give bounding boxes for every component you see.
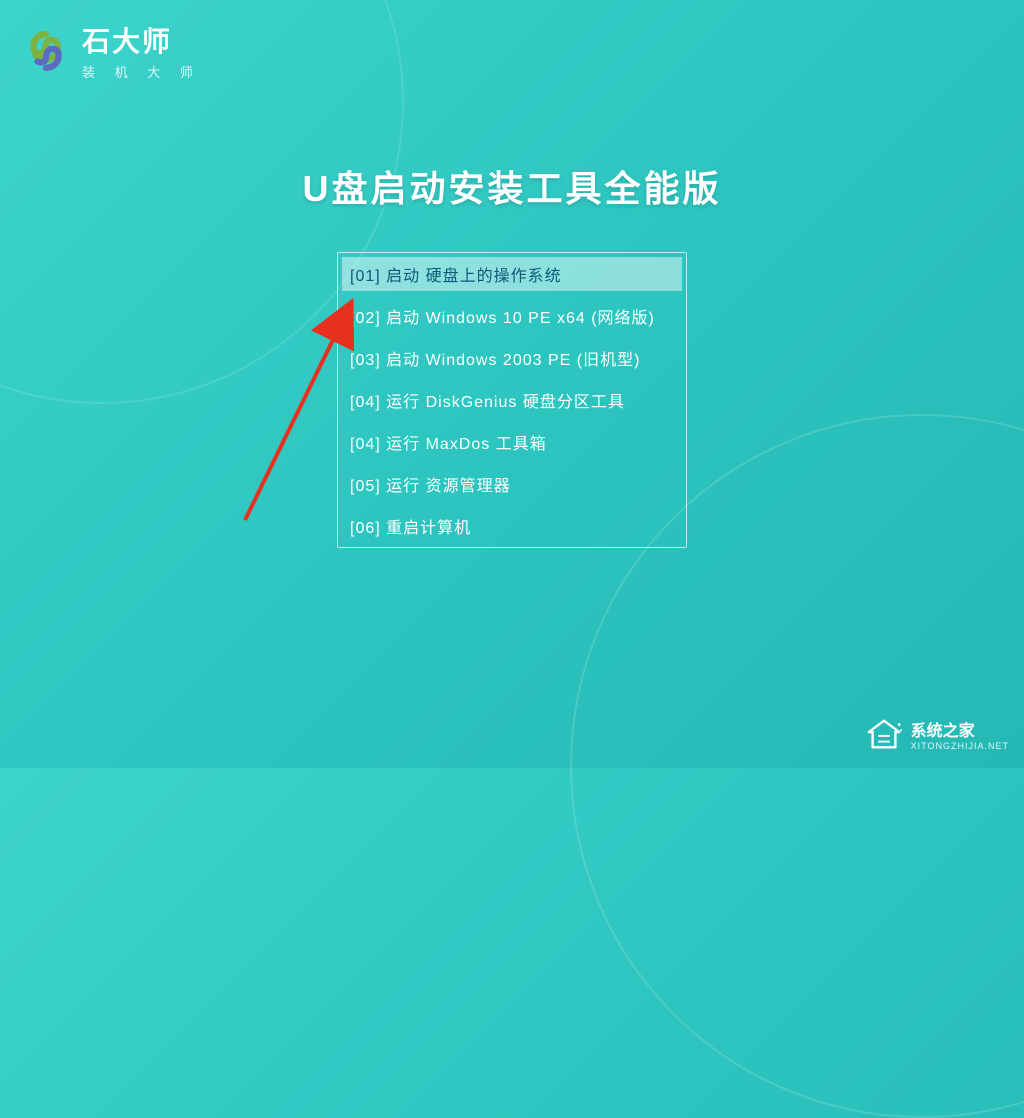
menu-item-maxdos[interactable]: [04] 运行 MaxDos 工具箱 bbox=[342, 425, 682, 459]
logo-area: 石大师 装 机 大 师 bbox=[25, 20, 201, 81]
logo-text: 石大师 装 机 大 师 bbox=[82, 20, 201, 81]
menu-item-win10pe[interactable]: [02] 启动 Windows 10 PE x64 (网络版) bbox=[342, 299, 682, 333]
house-icon bbox=[865, 715, 903, 753]
menu-item-explorer[interactable]: [05] 运行 资源管理器 bbox=[342, 467, 682, 501]
logo-title: 石大师 bbox=[82, 20, 201, 60]
watermark-url: XITONGZHIJIA.NET bbox=[911, 741, 1009, 751]
page-title: U盘启动安装工具全能版 bbox=[212, 160, 812, 212]
watermark-title: 系统之家 bbox=[911, 717, 1009, 741]
main-content: U盘启动安装工具全能版 [01] 启动 硬盘上的操作系统 [02] 启动 Win… bbox=[212, 160, 812, 548]
logo-subtitle: 装 机 大 师 bbox=[82, 62, 201, 81]
watermark-text: 系统之家 XITONGZHIJIA.NET bbox=[911, 717, 1009, 751]
watermark: 系统之家 XITONGZHIJIA.NET bbox=[865, 715, 1009, 753]
menu-item-win2003pe[interactable]: [03] 启动 Windows 2003 PE (旧机型) bbox=[342, 341, 682, 375]
menu-item-boot-hdd[interactable]: [01] 启动 硬盘上的操作系统 bbox=[342, 257, 682, 291]
menu-item-diskgenius[interactable]: [04] 运行 DiskGenius 硬盘分区工具 bbox=[342, 383, 682, 417]
logo-icon bbox=[25, 30, 67, 72]
boot-menu: [01] 启动 硬盘上的操作系统 [02] 启动 Windows 10 PE x… bbox=[337, 252, 687, 548]
menu-item-reboot[interactable]: [06] 重启计算机 bbox=[342, 509, 682, 543]
